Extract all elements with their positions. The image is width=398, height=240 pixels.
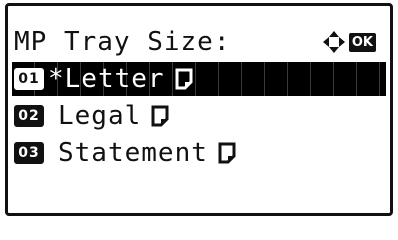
header: MP Tray Size: OK bbox=[12, 24, 384, 60]
portrait-paper-icon bbox=[175, 68, 193, 90]
item-label: Statement bbox=[58, 138, 208, 168]
portrait-paper-icon bbox=[151, 105, 169, 127]
item-number-badge: 01 bbox=[14, 68, 44, 90]
item-label: *Letter bbox=[48, 64, 165, 94]
ok-key-icon: OK bbox=[348, 32, 376, 52]
screen-title: MP Tray Size: bbox=[14, 27, 231, 57]
item-label: Legal bbox=[58, 101, 142, 131]
four-way-arrow-icon bbox=[322, 30, 346, 54]
portrait-paper-icon bbox=[218, 142, 236, 164]
list-item-statement[interactable]: 03 Statement bbox=[12, 136, 386, 170]
list-item-letter[interactable]: 01 *Letter bbox=[12, 62, 386, 96]
item-number-badge: 02 bbox=[14, 105, 44, 127]
item-number-badge: 03 bbox=[14, 142, 44, 164]
list-item-legal[interactable]: 02 Legal bbox=[12, 99, 386, 133]
navigation-hint: OK bbox=[322, 28, 376, 56]
tray-size-list: 01 *Letter 02 Legal 03 Statement bbox=[12, 62, 386, 173]
lcd-panel: MP Tray Size: OK 01 *Letter 02 Legal 03 … bbox=[5, 3, 393, 216]
